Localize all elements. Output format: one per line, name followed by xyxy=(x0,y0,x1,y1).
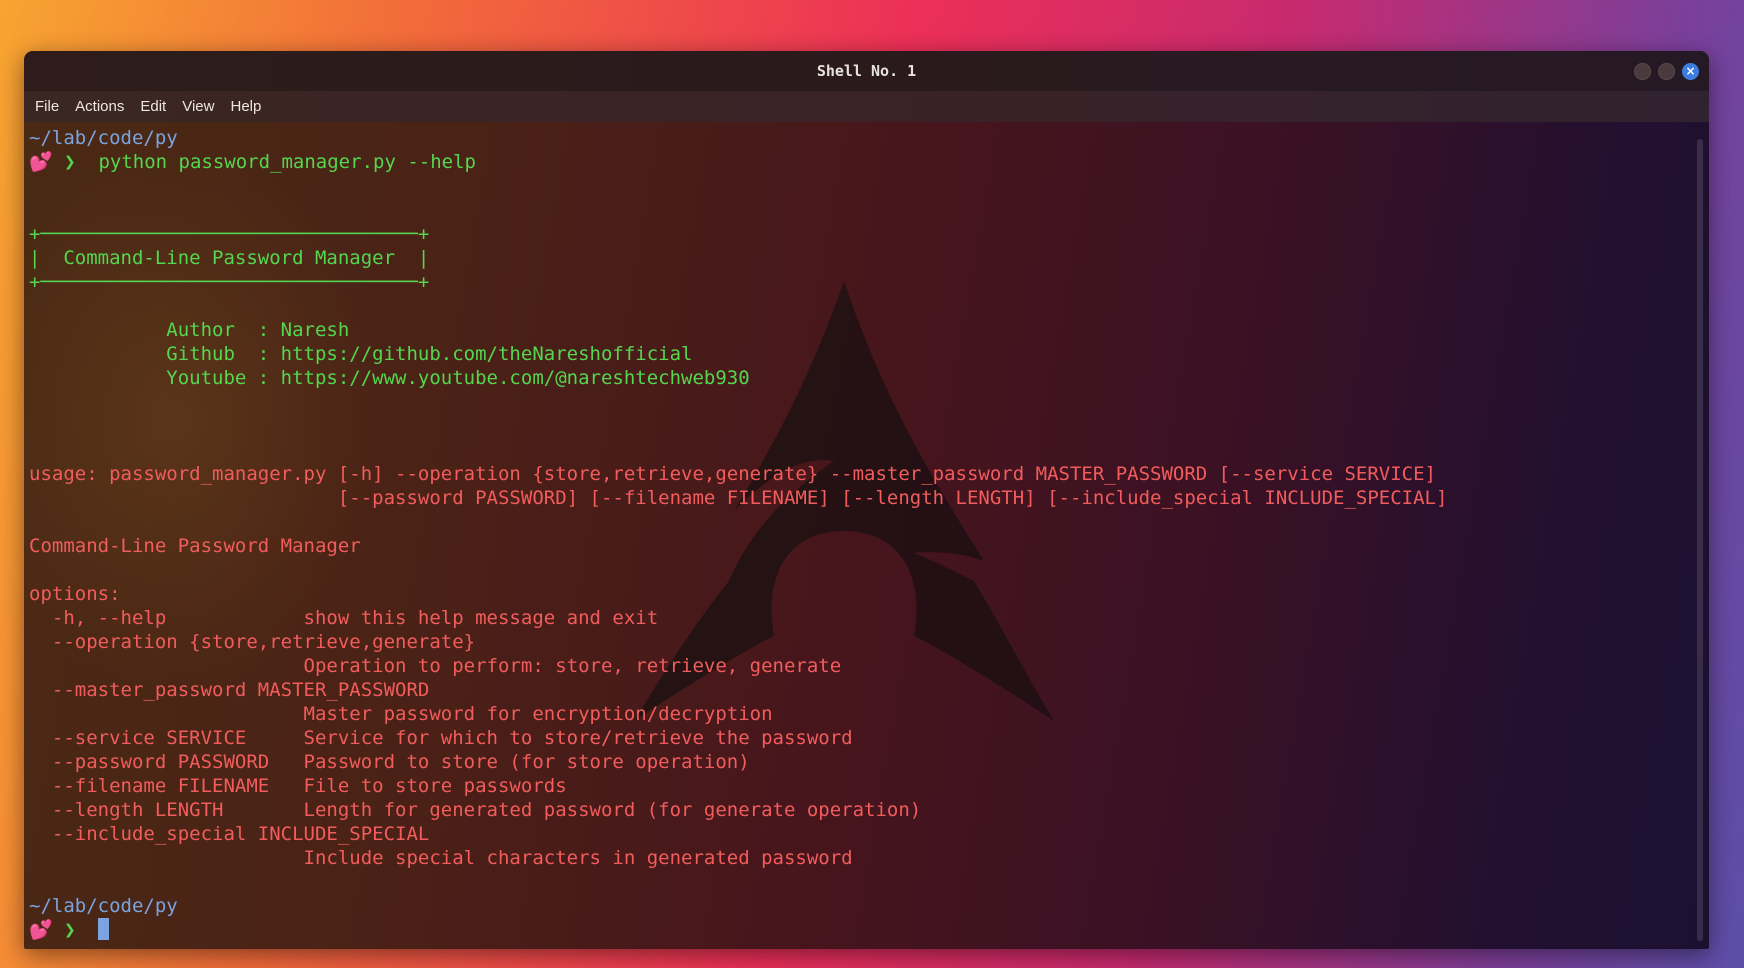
text-cursor[interactable] xyxy=(98,918,110,940)
option-line: Operation to perform: store, retrieve, g… xyxy=(29,655,842,677)
description-line: Command-Line Password Manager xyxy=(29,535,361,557)
menu-help[interactable]: Help xyxy=(230,98,261,115)
hearts-icon: 💕 xyxy=(29,151,53,173)
menu-actions[interactable]: Actions xyxy=(75,98,124,115)
command-line: 💕 ❯ python password_manager.py --help xyxy=(29,150,1689,174)
prompt-arrow-icon: ❯ xyxy=(64,151,76,173)
option-line: --service SERVICE Service for which to s… xyxy=(29,727,853,749)
author-line: Author : Naresh xyxy=(29,319,350,341)
usage-line-1: usage: password_manager.py [-h] --operat… xyxy=(29,463,1436,485)
title-bar[interactable]: Shell No. 1 × xyxy=(24,51,1709,91)
terminal-output[interactable]: ~/lab/code/py 💕 ❯ python password_manage… xyxy=(29,126,1689,949)
option-line: -h, --help show this help message and ex… xyxy=(29,607,659,629)
option-line: --password PASSWORD Password to store (f… xyxy=(29,751,750,773)
menu-view[interactable]: View xyxy=(182,98,214,115)
hearts-icon: 💕 xyxy=(29,919,53,941)
option-line: Master password for encryption/decryptio… xyxy=(29,703,773,725)
prompt-path: ~/lab/code/py xyxy=(29,127,178,149)
banner-title: | Command-Line Password Manager | xyxy=(29,247,430,269)
usage-line-2: [--password PASSWORD] [--filename FILENA… xyxy=(29,487,1448,509)
window-controls: × xyxy=(1634,63,1699,80)
github-line: Github : https://github.com/theNareshoff… xyxy=(29,343,693,365)
banner-border-top: +─────────────────────────────────+ xyxy=(29,223,430,245)
menu-edit[interactable]: Edit xyxy=(140,98,166,115)
maximize-button[interactable] xyxy=(1658,63,1675,80)
close-button[interactable]: × xyxy=(1682,63,1699,80)
option-line: --length LENGTH Length for generated pas… xyxy=(29,799,922,821)
close-icon: × xyxy=(1685,64,1696,78)
option-line: --filename FILENAME File to store passwo… xyxy=(29,775,567,797)
youtube-line: Youtube : https://www.youtube.com/@nares… xyxy=(29,367,750,389)
banner-border-bottom: +─────────────────────────────────+ xyxy=(29,271,430,293)
minimize-button[interactable] xyxy=(1634,63,1651,80)
active-prompt[interactable]: 💕 ❯ xyxy=(29,918,1689,942)
menu-file[interactable]: File xyxy=(35,98,59,115)
terminal-window: Shell No. 1 × File Actions Edit View Hel… xyxy=(24,51,1709,949)
option-line: --master_password MASTER_PASSWORD xyxy=(29,679,430,701)
option-line: --include_special INCLUDE_SPECIAL xyxy=(29,823,430,845)
window-title: Shell No. 1 xyxy=(816,62,917,80)
prompt-path-2: ~/lab/code/py xyxy=(29,895,178,917)
prompt-arrow-icon: ❯ xyxy=(64,919,76,941)
option-line: --operation {store,retrieve,generate} xyxy=(29,631,476,653)
menu-bar: File Actions Edit View Help xyxy=(24,91,1709,122)
scrollbar[interactable] xyxy=(1697,139,1703,941)
options-header: options: xyxy=(29,583,121,605)
command-text: python password_manager.py --help xyxy=(98,151,476,173)
option-line: Include special characters in generated … xyxy=(29,847,853,869)
